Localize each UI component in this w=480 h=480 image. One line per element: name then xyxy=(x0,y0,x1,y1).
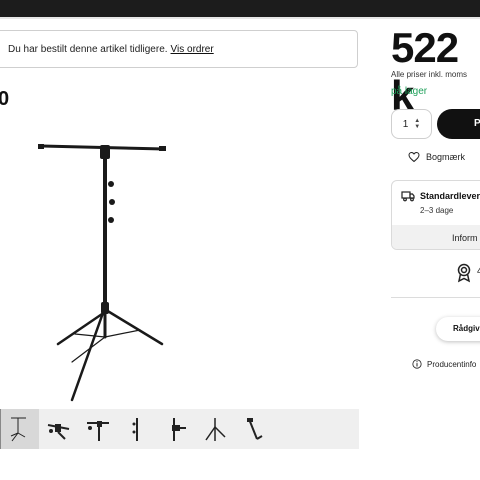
info-icon xyxy=(412,359,422,369)
view-orders-link[interactable]: Vis ordrer xyxy=(171,44,214,55)
chevron-up-down-icon: ▲ ▼ xyxy=(414,118,421,130)
notice-text: Du har bestilt denne artikel tidligere. xyxy=(8,43,168,55)
delivery-days: 2–3 dage xyxy=(420,206,454,215)
top-divider xyxy=(0,17,480,19)
section-divider xyxy=(391,297,480,298)
stock-status: på lager xyxy=(391,86,428,97)
delivery-title: Standardlever xyxy=(420,191,480,201)
thumbnail-base-angle[interactable] xyxy=(234,409,273,449)
award-icon xyxy=(457,263,471,283)
advice-button[interactable]: Rådgiv xyxy=(436,317,480,341)
thumbnail-pole-section[interactable] xyxy=(117,409,156,449)
quantity-value: 1 xyxy=(402,118,409,130)
delivery-box: Standardlever 2–3 dage Inform xyxy=(391,180,480,250)
product-image[interactable] xyxy=(30,132,170,404)
thumbnail-stand-full[interactable] xyxy=(0,409,39,449)
thumbnail-boom-arm[interactable] xyxy=(78,409,117,449)
bookmark-label: Bogmærk xyxy=(426,152,466,162)
delivery-info-link[interactable]: Inform xyxy=(392,225,480,249)
truck-icon xyxy=(401,191,415,202)
producer-info-link[interactable]: Producentinfo xyxy=(412,359,476,369)
top-navigation-bar xyxy=(0,0,480,17)
thumbnail-clamp-detail[interactable] xyxy=(156,409,195,449)
thumbnail-strip xyxy=(0,409,359,449)
bookmark-button[interactable]: Bogmærk xyxy=(408,151,465,163)
quantity-stepper[interactable]: 1 ▲ ▼ xyxy=(391,109,432,139)
previous-order-notice: Du har bestilt denne artikel tidligere. … xyxy=(0,30,358,68)
producer-info-label: Producentinfo xyxy=(427,359,477,369)
price-vat-note: Alle priser inkl. moms xyxy=(391,70,468,79)
thumbnail-boom-clamp[interactable] xyxy=(39,409,78,449)
product-title: 0 xyxy=(0,88,10,110)
heart-icon xyxy=(408,151,420,163)
buy-button[interactable]: P xyxy=(437,109,480,139)
thumbnail-tripod-base[interactable] xyxy=(195,409,234,449)
